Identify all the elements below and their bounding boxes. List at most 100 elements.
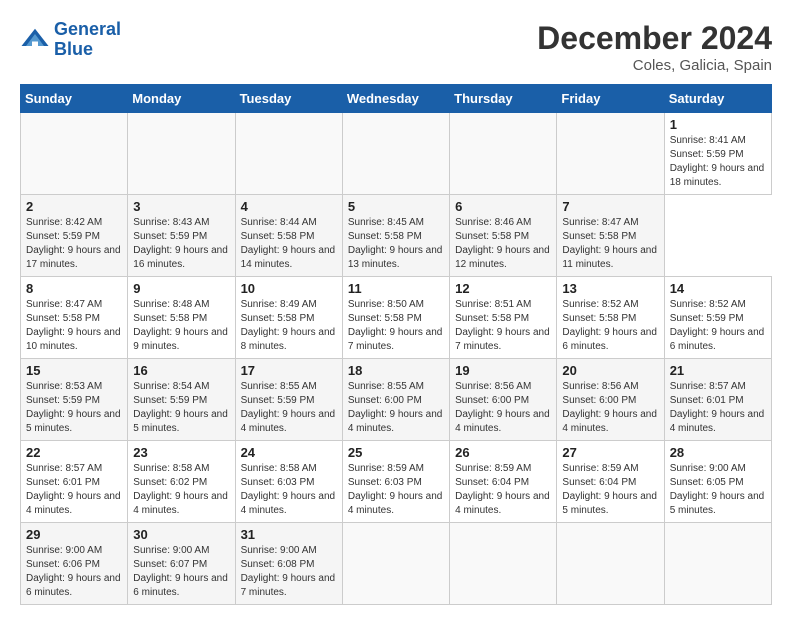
day-info: Sunrise: 8:54 AMSunset: 5:59 PMDaylight:… [133,380,229,436]
day-info: Sunrise: 9:00 AMSunset: 6:07 PMDaylight:… [133,544,229,600]
calendar-week-row: 22 Sunrise: 8:57 AMSunset: 6:01 PMDayligh… [21,441,772,523]
calendar-cell [450,523,557,605]
header-wednesday: Wednesday [342,85,449,113]
day-number: 25 [348,445,444,460]
day-number: 17 [241,363,337,378]
day-number: 23 [133,445,229,460]
header-friday: Friday [557,85,664,113]
calendar-cell [342,523,449,605]
day-number: 5 [348,199,444,214]
day-info: Sunrise: 8:47 AMSunset: 5:58 PMDaylight:… [26,298,122,354]
header-monday: Monday [128,85,235,113]
logo-blue: Blue [54,39,93,59]
day-number: 27 [562,445,658,460]
day-number: 30 [133,527,229,542]
day-number: 28 [670,445,766,460]
calendar-cell: 18 Sunrise: 8:55 AMSunset: 6:00 PMDayligh… [342,359,449,441]
calendar-cell: 9 Sunrise: 8:48 AMSunset: 5:58 PMDaylight… [128,277,235,359]
calendar-cell: 13 Sunrise: 8:52 AMSunset: 5:58 PMDayligh… [557,277,664,359]
calendar-cell: 14 Sunrise: 8:52 AMSunset: 5:59 PMDayligh… [664,277,771,359]
day-info: Sunrise: 8:55 AMSunset: 5:59 PMDaylight:… [241,380,337,436]
calendar-table: SundayMondayTuesdayWednesdayThursdayFrid… [20,84,772,605]
calendar-cell: 3 Sunrise: 8:43 AMSunset: 5:59 PMDaylight… [128,195,235,277]
calendar-cell [557,523,664,605]
day-info: Sunrise: 8:50 AMSunset: 5:58 PMDaylight:… [348,298,444,354]
calendar-cell: 26Sunrise: 8:59 AMSunset: 6:04 PMDayligh… [450,441,557,523]
day-number: 18 [348,363,444,378]
day-info: Sunrise: 8:52 AMSunset: 5:58 PMDaylight:… [562,298,658,354]
day-info: Sunrise: 8:59 AMSunset: 6:04 PMDaylight:… [562,462,658,518]
calendar-week-row: 2 Sunrise: 8:42 AMSunset: 5:59 PMDaylight… [21,195,772,277]
calendar-cell: 1Sunrise: 8:41 AMSunset: 5:59 PMDaylight… [664,113,771,195]
day-info: Sunrise: 9:00 AMSunset: 6:08 PMDaylight:… [241,544,337,600]
calendar-cell: 28Sunrise: 9:00 AMSunset: 6:05 PMDayligh… [664,441,771,523]
day-info: Sunrise: 8:58 AMSunset: 6:02 PMDaylight:… [133,462,229,518]
header-thursday: Thursday [450,85,557,113]
day-number: 8 [26,281,122,296]
logo-icon [20,25,50,55]
day-info: Sunrise: 8:43 AMSunset: 5:59 PMDaylight:… [133,216,229,272]
day-info: Sunrise: 8:47 AMSunset: 5:58 PMDaylight:… [562,216,658,272]
calendar-week-row: 8 Sunrise: 8:47 AMSunset: 5:58 PMDaylight… [21,277,772,359]
day-info: Sunrise: 8:42 AMSunset: 5:59 PMDaylight:… [26,216,122,272]
calendar-cell: 20Sunrise: 8:56 AMSunset: 6:00 PMDayligh… [557,359,664,441]
calendar-week-row: 15Sunrise: 8:53 AMSunset: 5:59 PMDayligh… [21,359,772,441]
day-info: Sunrise: 8:58 AMSunset: 6:03 PMDaylight:… [241,462,337,518]
title-block: December 2024 Coles, Galicia, Spain [537,20,772,74]
day-number: 22 [26,445,122,460]
day-number: 19 [455,363,551,378]
calendar-week-row: 29 Sunrise: 9:00 AMSunset: 6:06 PMDayligh… [21,523,772,605]
day-info: Sunrise: 8:45 AMSunset: 5:58 PMDaylight:… [348,216,444,272]
calendar-header-row: SundayMondayTuesdayWednesdayThursdayFrid… [21,85,772,113]
day-number: 31 [241,527,337,542]
day-number: 16 [133,363,229,378]
day-info: Sunrise: 8:52 AMSunset: 5:59 PMDaylight:… [670,298,766,354]
day-number: 26 [455,445,551,460]
day-info: Sunrise: 8:59 AMSunset: 6:03 PMDaylight:… [348,462,444,518]
day-info: Sunrise: 8:56 AMSunset: 6:00 PMDaylight:… [562,380,658,436]
header-sunday: Sunday [21,85,128,113]
calendar-cell: 25 Sunrise: 8:59 AMSunset: 6:03 PMDayligh… [342,441,449,523]
day-number: 9 [133,281,229,296]
day-info: Sunrise: 9:00 AMSunset: 6:06 PMDaylight:… [26,544,122,600]
day-info: Sunrise: 8:41 AMSunset: 5:59 PMDaylight:… [670,134,766,190]
day-number: 29 [26,527,122,542]
calendar-cell: 5 Sunrise: 8:45 AMSunset: 5:58 PMDaylight… [342,195,449,277]
calendar-cell [128,113,235,195]
day-info: Sunrise: 8:57 AMSunset: 6:01 PMDaylight:… [26,462,122,518]
calendar-cell: 16 Sunrise: 8:54 AMSunset: 5:59 PMDayligh… [128,359,235,441]
location: Coles, Galicia, Spain [537,57,772,74]
calendar-cell: 19 Sunrise: 8:56 AMSunset: 6:00 PMDayligh… [450,359,557,441]
day-info: Sunrise: 8:53 AMSunset: 5:59 PMDaylight:… [26,380,122,436]
calendar-cell [450,113,557,195]
calendar-cell: 23 Sunrise: 8:58 AMSunset: 6:02 PMDayligh… [128,441,235,523]
day-number: 10 [241,281,337,296]
calendar-cell: 30 Sunrise: 9:00 AMSunset: 6:07 PMDayligh… [128,523,235,605]
day-number: 14 [670,281,766,296]
calendar-cell: 21Sunrise: 8:57 AMSunset: 6:01 PMDayligh… [664,359,771,441]
day-info: Sunrise: 8:44 AMSunset: 5:58 PMDaylight:… [241,216,337,272]
calendar-cell: 6Sunrise: 8:46 AMSunset: 5:58 PMDaylight… [450,195,557,277]
calendar-cell [342,113,449,195]
day-number: 3 [133,199,229,214]
calendar-cell [235,113,342,195]
day-info: Sunrise: 8:55 AMSunset: 6:00 PMDaylight:… [348,380,444,436]
day-number: 24 [241,445,337,460]
calendar-cell: 12 Sunrise: 8:51 AMSunset: 5:58 PMDayligh… [450,277,557,359]
calendar-cell: 17 Sunrise: 8:55 AMSunset: 5:59 PMDayligh… [235,359,342,441]
calendar-cell: 29 Sunrise: 9:00 AMSunset: 6:06 PMDayligh… [21,523,128,605]
day-number: 4 [241,199,337,214]
day-number: 21 [670,363,766,378]
day-number: 6 [455,199,551,214]
logo-general: General [54,19,121,39]
logo: General Blue [20,20,121,60]
day-number: 12 [455,281,551,296]
day-info: Sunrise: 8:56 AMSunset: 6:00 PMDaylight:… [455,380,551,436]
day-number: 2 [26,199,122,214]
day-info: Sunrise: 8:51 AMSunset: 5:58 PMDaylight:… [455,298,551,354]
day-info: Sunrise: 8:48 AMSunset: 5:58 PMDaylight:… [133,298,229,354]
calendar-week-row: 1Sunrise: 8:41 AMSunset: 5:59 PMDaylight… [21,113,772,195]
day-number: 7 [562,199,658,214]
page-header: General Blue December 2024 Coles, Galici… [20,20,772,74]
day-number: 13 [562,281,658,296]
